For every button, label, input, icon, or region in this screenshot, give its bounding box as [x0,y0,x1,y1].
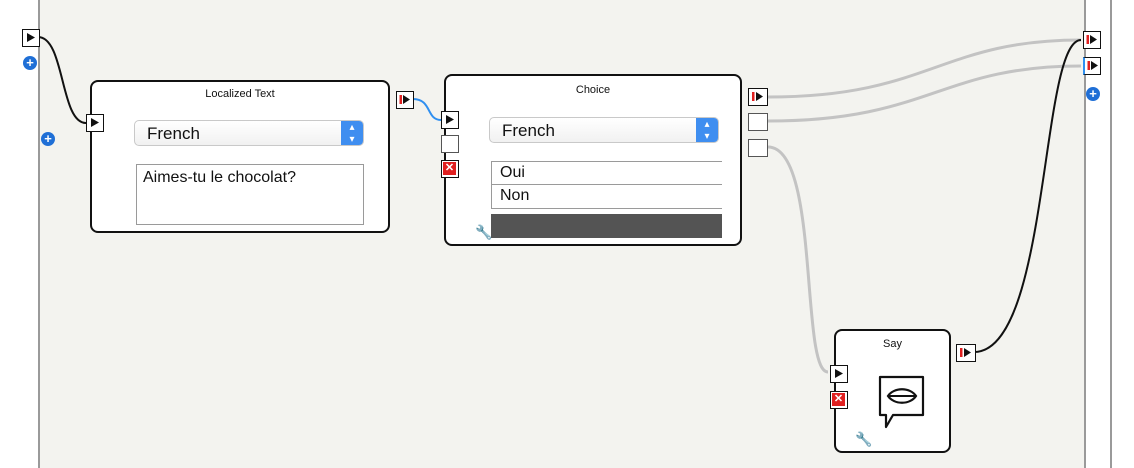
select-chevron-icon: ▴ ▾ [696,118,718,142]
localized-text-output-port[interactable] [396,91,414,109]
choice-new-option-row[interactable] [491,214,722,238]
language-value: French [502,121,555,140]
flow-canvas[interactable]: + + Localized Text French ▴ ▾ Aimes-tu le… [0,0,1134,468]
stop-icon: ✕ [443,162,456,175]
behavior-end-port[interactable] [1083,31,1101,49]
choice-onstart-port[interactable] [441,111,459,129]
box-title: Localized Text [205,88,275,100]
say-onstop-port[interactable]: ✕ [830,391,848,409]
play-icon [835,369,843,378]
output-play-icon [752,92,763,101]
choice-output-port[interactable] [748,88,768,106]
choice-option-output-port[interactable] [748,113,768,131]
localized-text-box[interactable]: Localized Text French ▴ ▾ Aimes-tu le cho… [90,80,390,233]
say-output-port[interactable] [956,344,976,362]
play-icon [27,33,35,42]
play-icon [91,118,99,127]
choice-box[interactable]: Choice French ▴ ▾ Oui Non 🔧 [444,74,742,246]
box-title: Say [883,338,902,350]
say-onstart-port[interactable] [830,365,848,383]
link-say-to-end[interactable] [973,39,1082,353]
localized-text-input[interactable]: Aimes-tu le chocolat? [136,164,364,225]
add-input-plus-icon[interactable]: + [23,56,37,70]
add-box-plus-icon[interactable]: + [41,132,55,146]
localized-text-input-port[interactable] [86,114,104,132]
link-choice-oui-to-end[interactable] [767,64,1082,123]
behavior-start-port[interactable] [22,29,40,47]
add-output-plus-icon[interactable]: + [1086,87,1100,101]
choice-option[interactable]: Oui [491,161,722,185]
output-play-icon [1087,61,1098,70]
language-select[interactable]: French ▴ ▾ [489,117,719,143]
link-choice-non-to-say[interactable] [767,145,829,374]
output-play-icon [1086,35,1097,44]
choice-input-port[interactable] [441,135,459,153]
output-play-icon [399,95,410,104]
choice-option[interactable]: Non [491,185,722,209]
language-select[interactable]: French ▴ ▾ [134,120,364,146]
wrench-icon[interactable]: 🔧 [475,224,492,241]
behavior-output-port[interactable] [1083,57,1101,75]
output-play-icon [960,348,971,357]
choice-option-output-port[interactable] [748,139,768,157]
stop-icon: ✕ [832,393,845,406]
say-box[interactable]: Say 🔧 [834,329,951,453]
speech-bubble-lips-icon [878,375,925,429]
select-chevron-icon: ▴ ▾ [341,121,363,145]
link-localized-to-choice[interactable] [412,98,442,121]
link-start-to-localized[interactable] [37,36,87,124]
language-value: French [147,124,200,143]
box-title: Choice [575,84,611,96]
choice-onstop-port[interactable]: ✕ [441,160,459,178]
play-icon [446,115,454,124]
wrench-icon[interactable]: 🔧 [855,431,872,448]
